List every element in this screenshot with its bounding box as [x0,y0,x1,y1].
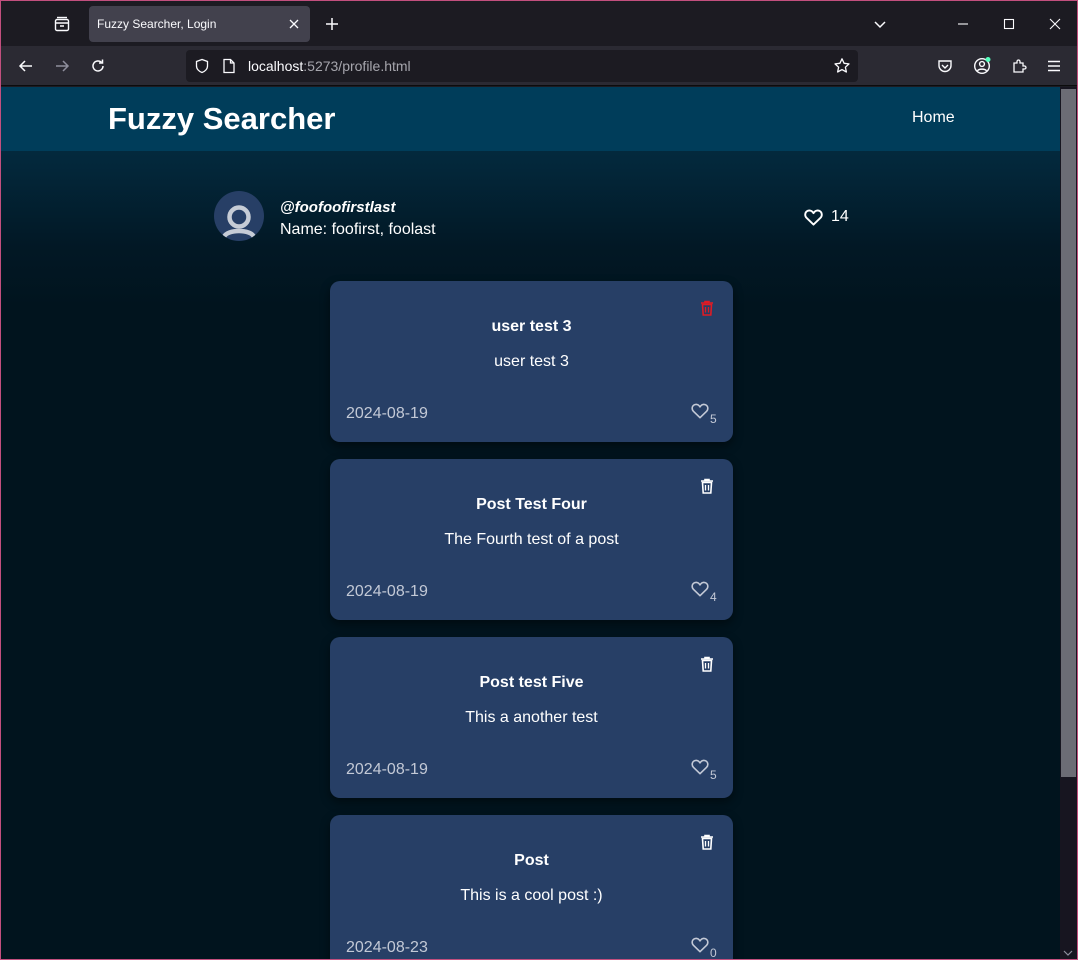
url-text: localhost:5273/profile.html [248,58,411,74]
site-header: Fuzzy Searcher Home [1,87,1060,151]
close-icon[interactable] [282,12,306,36]
browser-window: Fuzzy Searcher, Login localhost:5273/pro… [0,0,1078,960]
post-date: 2024-08-19 [346,761,428,778]
nav-home-link[interactable]: Home [912,109,955,127]
tab-title: Fuzzy Searcher, Login [97,17,217,31]
post-card: Post test Five This a another test 2024-… [330,637,733,798]
post-date: 2024-08-23 [346,939,428,956]
star-icon[interactable] [833,57,851,80]
post-title: user test 3 [491,318,572,335]
trash-icon[interactable] [699,833,715,851]
avatar [214,191,264,241]
trash-icon[interactable] [699,655,715,673]
scrollbar-thumb[interactable] [1061,89,1076,777]
site-brand[interactable]: Fuzzy Searcher [108,101,335,137]
post-body: The Fourth test of a post [444,531,619,548]
post-date: 2024-08-19 [346,583,428,600]
navigation-toolbar: localhost:5273/profile.html [1,46,1077,86]
post-body: user test 3 [494,353,569,370]
post-like-count: 5 [710,412,717,426]
post-date: 2024-08-19 [346,405,428,422]
shield-icon[interactable] [194,58,210,79]
post-like-count: 5 [710,768,717,782]
reload-icon[interactable] [83,51,113,81]
tab-strip: Fuzzy Searcher, Login [1,1,1077,46]
tab-list-icon[interactable] [47,9,77,39]
post-title: Post Test Four [476,496,587,513]
minimize-icon[interactable] [947,8,979,40]
arrow-right-icon[interactable] [47,51,77,81]
close-window-icon[interactable] [1039,8,1071,40]
heart-icon [804,209,823,226]
pocket-icon[interactable] [930,51,960,81]
post-card: Post Test Four The Fourth test of a post… [330,459,733,620]
trash-icon[interactable] [699,477,715,495]
total-likes-count: 14 [831,208,849,225]
maximize-icon[interactable] [993,8,1025,40]
url-bar[interactable]: localhost:5273/profile.html [186,50,858,82]
post-body: This is a cool post :) [460,887,603,904]
page-scrollbar[interactable] [1060,87,1077,959]
tab-active[interactable]: Fuzzy Searcher, Login [89,6,310,42]
account-icon[interactable] [967,51,997,81]
post-card: Post This is a cool post :) 2024-08-23 0 [330,815,733,960]
chevron-down-icon[interactable] [864,8,896,40]
trash-icon[interactable] [699,299,715,317]
scroll-down-icon[interactable] [1063,949,1073,958]
plus-icon[interactable] [318,10,346,38]
post-like-count: 4 [710,590,717,604]
page-icon[interactable] [222,58,236,79]
total-likes: 14 [804,208,849,226]
profile-handle: @foofoofirstlast [280,199,396,216]
user-icon [221,205,257,240]
arrow-left-icon[interactable] [11,51,41,81]
url-path: :5273/profile.html [303,58,411,74]
hamburger-icon[interactable] [1039,51,1069,81]
post-like-count: 0 [710,946,717,960]
post-title: Post [514,852,549,869]
url-host: localhost [248,58,304,74]
profile-name: Name: foofirst, foolast [280,221,436,238]
post-card: user test 3 user test 3 2024-08-19 5 [330,281,733,442]
page-viewport: Fuzzy Searcher Home @foofoofirstlast Nam… [1,87,1060,960]
post-body: This a another test [465,709,598,726]
profile-summary: @foofoofirstlast Name: foofirst, foolast… [214,191,854,243]
post-title: Post test Five [479,674,584,691]
puzzle-icon[interactable] [1004,51,1034,81]
